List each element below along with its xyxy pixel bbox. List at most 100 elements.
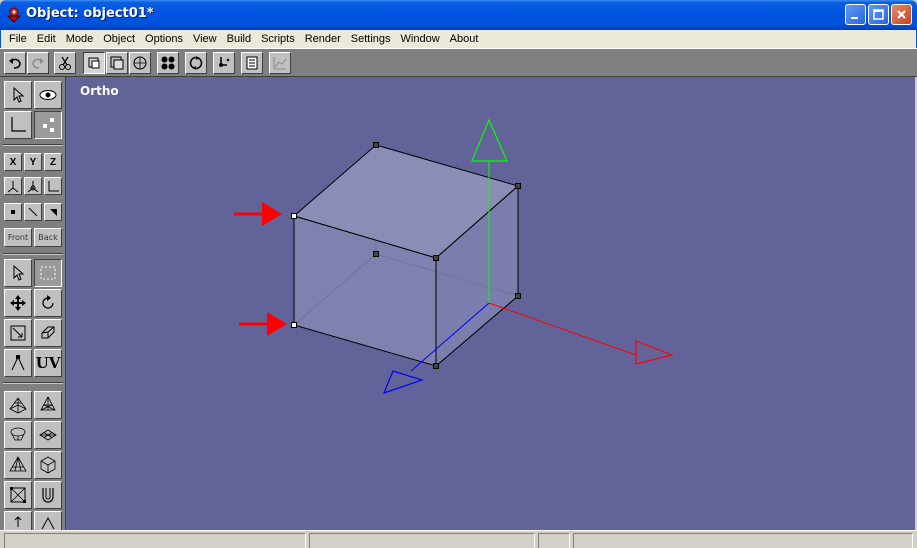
face-mode-icon — [110, 56, 124, 70]
menu-window[interactable]: Window — [396, 33, 445, 45]
lathe-tool-button[interactable] — [34, 511, 62, 530]
extrude-tool-button[interactable] — [4, 511, 32, 530]
vertex-handle[interactable] — [373, 142, 379, 148]
shear-tool-button[interactable] — [34, 319, 62, 347]
point-icon — [11, 210, 15, 214]
plane-primitive-button[interactable] — [4, 481, 32, 509]
cube-mesh[interactable] — [292, 144, 520, 368]
menu-options[interactable]: Options — [140, 33, 188, 45]
vertex-handle[interactable] — [515, 293, 521, 299]
pick-tool-button[interactable] — [4, 259, 32, 287]
cone-mesh-icon — [9, 456, 27, 472]
edge-select-button[interactable] — [24, 203, 42, 221]
scale-icon — [10, 325, 26, 341]
view-tool-button[interactable] — [34, 81, 62, 109]
menu-edit[interactable]: Edit — [32, 33, 61, 45]
point-select-button[interactable] — [4, 203, 22, 221]
scale-tool-button[interactable] — [4, 319, 32, 347]
menu-object[interactable]: Object — [98, 33, 140, 45]
rotate-tool-button[interactable] — [34, 289, 62, 317]
box-primitive-button[interactable] — [34, 451, 62, 479]
move-tool-button[interactable] — [4, 289, 32, 317]
sphere-primitive-button[interactable] — [4, 391, 32, 419]
box-mesh-icon — [40, 456, 56, 474]
object-mode-button[interactable] — [129, 52, 151, 74]
y-axis-toggle[interactable]: Y — [24, 153, 42, 171]
vertex-handle[interactable] — [433, 363, 439, 369]
pointer-icon — [13, 86, 25, 103]
local-axis-button[interactable] — [4, 177, 22, 195]
maximize-button[interactable] — [868, 4, 889, 25]
geosphere-primitive-button[interactable] — [34, 391, 62, 419]
redo-icon — [32, 58, 44, 69]
rectangle-select-button[interactable] — [34, 259, 62, 287]
select-tool-button[interactable] — [4, 81, 32, 109]
tube-primitive-button[interactable] — [34, 481, 62, 509]
3d-scene[interactable] — [66, 77, 915, 530]
menu-file[interactable]: File — [4, 33, 32, 45]
world-axis-button[interactable] — [24, 177, 42, 195]
face-mode-button[interactable] — [106, 52, 128, 74]
shear-icon — [41, 326, 55, 339]
list-button[interactable] — [241, 52, 263, 74]
points-icon — [43, 118, 54, 132]
x-axis-toggle[interactable]: X — [4, 153, 22, 171]
bend-tool-button[interactable] — [4, 349, 32, 377]
quad-view-icon — [161, 56, 175, 70]
uv-tool-button[interactable]: UV — [34, 349, 62, 377]
undo-icon — [9, 58, 21, 69]
menu-build[interactable]: Build — [222, 33, 256, 45]
screen-axis-button[interactable] — [44, 177, 62, 195]
menu-view[interactable]: View — [188, 33, 222, 45]
torus-primitive-button[interactable] — [4, 421, 32, 449]
geosphere-mesh-icon — [40, 396, 56, 411]
selected-vertex-handle[interactable] — [291, 322, 297, 328]
vertex-handle[interactable] — [515, 183, 521, 189]
undo-button[interactable] — [4, 52, 26, 74]
cut-button[interactable] — [54, 52, 76, 74]
eye-icon — [39, 90, 57, 100]
snap-button[interactable] — [213, 52, 235, 74]
vertex-handle[interactable] — [373, 251, 379, 257]
menu-about[interactable]: About — [445, 33, 484, 45]
face-select-button[interactable] — [44, 203, 62, 221]
vertex-handle[interactable] — [433, 255, 439, 261]
menu-bar: File Edit Mode Object Options View Build… — [0, 30, 917, 48]
front-button[interactable]: Front — [4, 228, 32, 247]
axis-icon — [11, 117, 26, 132]
cone-primitive-button[interactable] — [4, 451, 32, 479]
status-pane-mode — [538, 533, 570, 548]
status-pane-coords — [309, 533, 535, 548]
separator — [3, 382, 63, 384]
disc-primitive-button[interactable] — [34, 421, 62, 449]
close-button[interactable] — [891, 4, 912, 25]
menu-render[interactable]: Render — [300, 33, 346, 45]
tube-icon — [42, 488, 54, 503]
marquee-icon — [40, 266, 56, 280]
z-axis-toggle[interactable]: Z — [44, 153, 62, 171]
app-icon[interactable] — [5, 6, 23, 24]
vertex-mode-button[interactable] — [83, 52, 105, 74]
separator — [3, 144, 63, 146]
menu-mode[interactable]: Mode — [61, 33, 99, 45]
bend-icon — [11, 355, 25, 371]
minimize-button[interactable] — [845, 4, 866, 25]
object-mode-icon — [133, 56, 147, 70]
points-tool-button[interactable] — [34, 111, 62, 139]
selected-vertex-handle[interactable] — [291, 213, 297, 219]
redo-button[interactable] — [27, 52, 49, 74]
axis-tool-button[interactable] — [4, 111, 32, 139]
menu-scripts[interactable]: Scripts — [256, 33, 300, 45]
graph-button[interactable] — [269, 52, 291, 74]
x-axis-gizmo[interactable] — [488, 302, 674, 365]
quad-view-button[interactable] — [157, 52, 179, 74]
menu-settings[interactable]: Settings — [346, 33, 396, 45]
tool-palette: X Y Z Front Back UV — [0, 77, 66, 530]
ortho-viewport[interactable]: Ortho — [66, 77, 915, 530]
lathe-icon — [41, 516, 55, 530]
minimize-icon — [851, 17, 858, 19]
orbit-button[interactable] — [185, 52, 207, 74]
status-bar — [0, 530, 917, 548]
title-bar[interactable]: Object: object01* — [0, 0, 917, 30]
back-button[interactable]: Back — [34, 228, 62, 247]
